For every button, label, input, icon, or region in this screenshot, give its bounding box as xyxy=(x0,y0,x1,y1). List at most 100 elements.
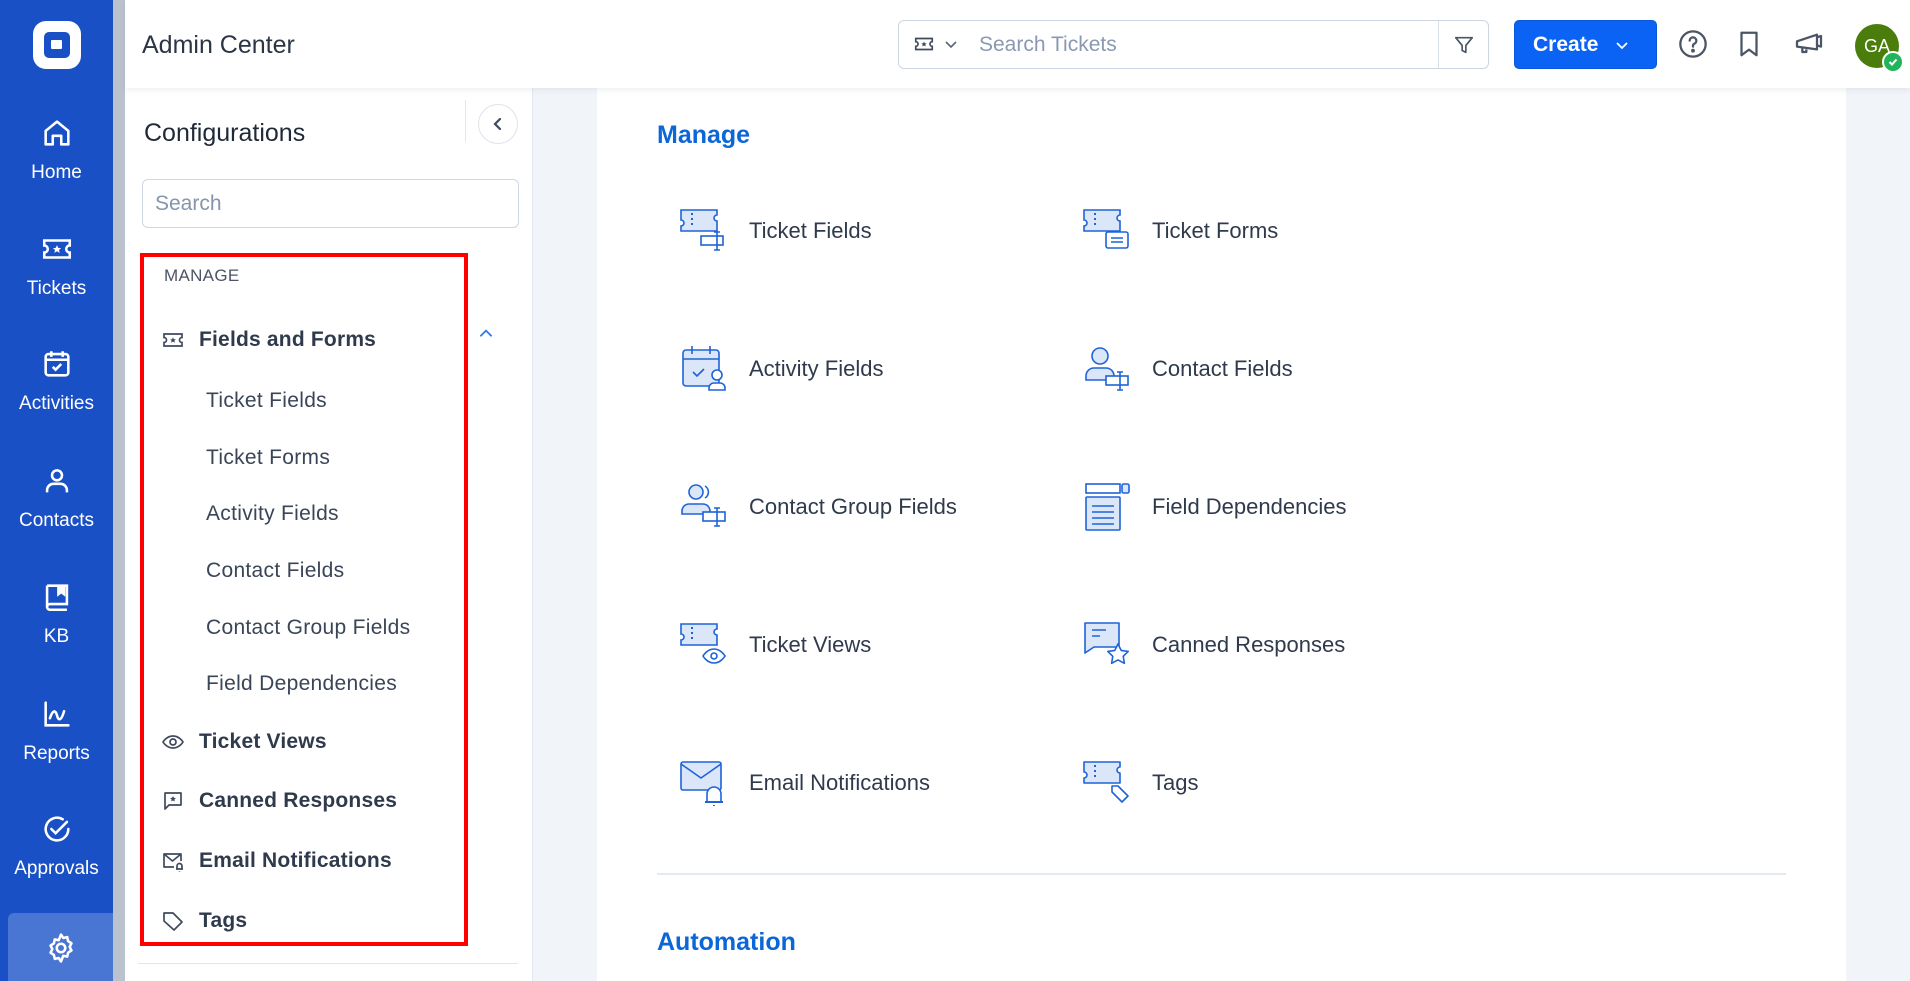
config-item-label: Ticket Views xyxy=(199,730,327,753)
ticket-view-icon xyxy=(680,623,726,664)
tile-contact-fields[interactable]: Contact Fields xyxy=(1082,344,1293,394)
nav-label: Approvals xyxy=(14,858,99,879)
canned-response-icon xyxy=(1084,622,1129,665)
tile-label: Contact Fields xyxy=(1152,356,1293,381)
search-type-dropdown[interactable] xyxy=(911,33,959,55)
tile-label: Field Dependencies xyxy=(1152,494,1347,519)
tile-label: Ticket Forms xyxy=(1152,218,1279,243)
tile-tags[interactable]: Tags xyxy=(1082,758,1198,808)
divider xyxy=(138,963,518,964)
sub-item-activity-fields[interactable]: Activity Fields xyxy=(206,502,339,526)
tile-contact-group-fields[interactable]: Contact Group Fields xyxy=(679,482,957,532)
announcements-button[interactable] xyxy=(1792,27,1826,61)
sub-item-ticket-forms[interactable]: Ticket Forms xyxy=(206,446,330,470)
tile-field-dependencies[interactable]: Field Dependencies xyxy=(1082,482,1346,532)
ticket-search-bar xyxy=(898,20,1489,69)
chevron-up-icon xyxy=(479,329,493,337)
section-label-manage: MANAGE xyxy=(164,266,240,285)
sub-item-ticket-fields[interactable]: Ticket Fields xyxy=(206,389,327,413)
section-heading-automation: Automation xyxy=(657,928,796,956)
tile-ticket-forms[interactable]: Ticket Forms xyxy=(1082,206,1278,256)
calendar-check-icon xyxy=(43,351,70,377)
sub-item-contact-group-fields[interactable]: Contact Group Fields xyxy=(206,616,410,640)
group-label: Fields and Forms xyxy=(199,328,377,351)
user-avatar[interactable]: GA xyxy=(1855,24,1904,73)
tile-label: Ticket Fields xyxy=(749,218,872,243)
tile-label: Email Notifications xyxy=(749,770,930,795)
config-item-tags[interactable]: Tags xyxy=(161,909,247,933)
nav-item-reports[interactable]: Reports xyxy=(0,693,113,793)
create-label: Create xyxy=(1533,32,1599,56)
configurations-panel: Configurations MANAGE Fields and Forms T… xyxy=(125,88,533,981)
nav-item-tickets[interactable]: Tickets xyxy=(0,228,113,328)
chevron-down-icon xyxy=(945,41,957,49)
nav-item-contacts[interactable]: Contacts xyxy=(0,460,113,560)
ticket-icon xyxy=(42,239,71,259)
home-icon xyxy=(43,120,70,146)
megaphone-icon xyxy=(1795,33,1823,54)
nav-item-kb[interactable]: KB xyxy=(0,576,113,676)
online-status-badge xyxy=(1882,51,1904,73)
nav-item-activities[interactable]: Activities xyxy=(0,343,113,443)
app-logo-icon[interactable] xyxy=(33,21,81,69)
book-icon xyxy=(45,584,68,612)
ticket-search-input[interactable] xyxy=(979,29,1409,61)
sub-item-field-dependencies[interactable]: Field Dependencies xyxy=(206,672,397,696)
create-button[interactable]: Create xyxy=(1514,20,1657,69)
divider xyxy=(657,873,1786,875)
tile-label: Activity Fields xyxy=(749,356,884,381)
email-notification-icon xyxy=(680,761,723,806)
help-icon xyxy=(1679,30,1707,58)
nav-label: KB xyxy=(43,626,70,647)
tile-activity-fields[interactable]: Activity Fields xyxy=(679,344,883,394)
config-item-canned-responses[interactable]: Canned Responses xyxy=(161,789,397,813)
collapse-panel-button[interactable] xyxy=(478,104,518,144)
sub-item-contact-fields[interactable]: Contact Fields xyxy=(206,559,344,583)
tag-icon xyxy=(163,912,183,931)
tile-ticket-fields[interactable]: Ticket Fields xyxy=(679,206,872,256)
tile-label: Tags xyxy=(1152,770,1199,795)
ticket-icon xyxy=(163,333,183,347)
config-item-email-notifications[interactable]: Email Notifications xyxy=(161,849,392,873)
filter-icon xyxy=(1454,36,1473,53)
gear-icon xyxy=(48,933,73,963)
tile-label: Ticket Views xyxy=(749,632,872,657)
chart-line-icon xyxy=(43,701,70,727)
tile-ticket-views[interactable]: Ticket Views xyxy=(679,620,871,670)
contact-group-field-icon xyxy=(681,484,726,527)
help-button[interactable] xyxy=(1676,27,1710,61)
configurations-content: Manage Ticket Fields Ticket Forms Activi… xyxy=(597,88,1846,981)
contact-field-icon xyxy=(1085,347,1129,391)
activity-field-icon xyxy=(682,346,726,391)
divider xyxy=(465,100,466,142)
nav-label: Activities xyxy=(19,393,94,414)
tile-label: Contact Group Fields xyxy=(749,494,957,519)
tile-label: Canned Responses xyxy=(1152,632,1346,657)
nav-label: Contacts xyxy=(19,510,94,531)
check-icon xyxy=(1888,58,1898,66)
filter-button[interactable] xyxy=(1438,21,1488,68)
nav-item-home[interactable]: Home xyxy=(0,112,113,212)
bookmark-button[interactable] xyxy=(1732,27,1766,61)
ticket-form-icon xyxy=(1083,209,1129,249)
tile-canned-responses[interactable]: Canned Responses xyxy=(1082,620,1345,670)
chevron-down-icon xyxy=(1616,41,1629,49)
tile-email-notifications[interactable]: Email Notifications xyxy=(679,758,930,808)
nav-item-settings[interactable] xyxy=(8,913,113,981)
field-dependency-icon xyxy=(1085,483,1130,531)
config-item-label: Canned Responses xyxy=(199,789,398,812)
nav-scrollbar[interactable] xyxy=(113,0,125,981)
configurations-title: Configurations xyxy=(144,119,306,147)
config-item-label: Tags xyxy=(199,909,248,932)
nav-label: Reports xyxy=(23,743,90,764)
top-header: Admin Center Create GA xyxy=(125,0,1910,88)
ticket-field-icon xyxy=(680,209,724,251)
configurations-search-input[interactable] xyxy=(142,179,519,228)
annotation-highlight-box xyxy=(140,253,468,946)
group-toggle[interactable] xyxy=(477,325,495,348)
config-item-ticket-views[interactable]: Ticket Views xyxy=(161,730,327,754)
nav-item-approvals[interactable]: Approvals xyxy=(0,808,113,908)
chat-star-icon xyxy=(164,792,182,810)
group-fields-and-forms[interactable]: Fields and Forms xyxy=(161,328,376,352)
nav-label: Home xyxy=(31,162,82,183)
